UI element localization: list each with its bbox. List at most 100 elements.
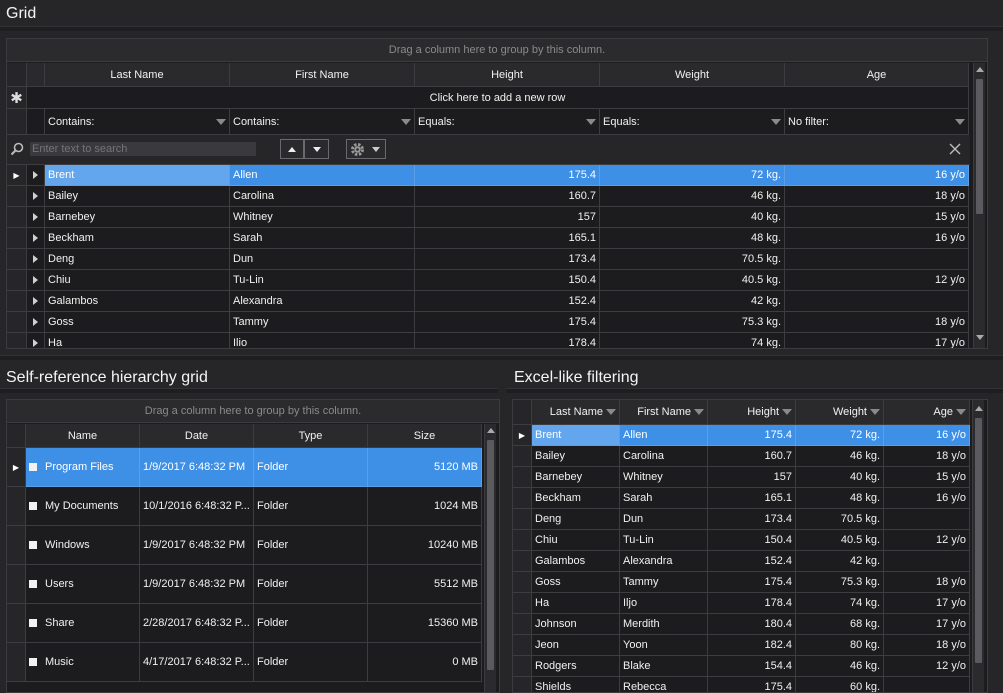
search-previous-button[interactable] <box>280 139 304 159</box>
cell-type[interactable]: Folder <box>254 643 368 682</box>
cell-first-name[interactable]: Carolina <box>230 186 415 207</box>
cell-last-name[interactable]: Barnebey <box>532 467 620 488</box>
table-row[interactable]: My Documents 10/1/2016 6:48:32 P... Folder… <box>7 487 482 526</box>
filter-icon[interactable] <box>870 409 880 415</box>
cell-last-name[interactable]: Chiu <box>45 270 230 291</box>
column-header-height[interactable]: Height <box>415 63 600 87</box>
cell-height[interactable]: 178.4 <box>415 333 600 348</box>
cell-last-name[interactable]: Deng <box>532 509 620 530</box>
cell-weight[interactable]: 70.5 kg. <box>796 509 884 530</box>
folder-checkbox[interactable] <box>29 541 37 549</box>
cell-last-name[interactable]: Galambos <box>45 291 230 312</box>
add-new-row-text[interactable]: Click here to add a new row <box>27 87 969 109</box>
filter-cell-first-name[interactable]: Contains: <box>230 109 415 135</box>
column-header-last-name[interactable]: Last Name <box>532 400 620 425</box>
column-header-first-name[interactable]: First Name <box>230 63 415 87</box>
table-row[interactable]: Deng Dun 173.4 70.5 kg. <box>7 249 969 270</box>
filter-icon[interactable] <box>955 118 965 125</box>
cell-date[interactable]: 1/9/2017 6:48:32 PM <box>140 448 254 487</box>
search-input[interactable] <box>30 142 256 156</box>
table-row[interactable]: Jeon Yoon 182.4 80 kg. 18 y/o <box>513 635 970 656</box>
cell-height[interactable]: 160.7 <box>415 186 600 207</box>
cell-height[interactable]: 175.4 <box>708 677 796 692</box>
table-row[interactable]: Users 1/9/2017 6:48:32 PM Folder 5512 MB <box>7 565 482 604</box>
cell-last-name[interactable]: Goss <box>45 312 230 333</box>
cell-age[interactable]: 18 y/o <box>884 572 970 593</box>
scroll-down-icon[interactable] <box>976 335 984 340</box>
cell-last-name[interactable]: Johnson <box>532 614 620 635</box>
cell-name[interactable]: My Documents <box>26 487 140 526</box>
cell-last-name[interactable]: Bailey <box>45 186 230 207</box>
cell-first-name[interactable]: Tammy <box>230 312 415 333</box>
folder-checkbox[interactable] <box>29 502 37 510</box>
cell-first-name[interactable]: Sarah <box>620 488 708 509</box>
cell-last-name[interactable]: Brent <box>45 165 230 186</box>
cell-first-name[interactable]: Blake <box>620 656 708 677</box>
cell-age[interactable]: 17 y/o <box>785 333 969 348</box>
column-header-age[interactable]: Age <box>785 63 969 87</box>
scroll-up-icon[interactable] <box>975 406 983 411</box>
cell-type[interactable]: Folder <box>254 526 368 565</box>
cell-height[interactable]: 175.4 <box>415 312 600 333</box>
cell-name[interactable]: Program Files <box>26 448 140 487</box>
cell-type[interactable]: Folder <box>254 565 368 604</box>
cell-name[interactable]: Users <box>26 565 140 604</box>
cell-weight[interactable]: 74 kg. <box>796 593 884 614</box>
cell-size[interactable]: 10240 MB <box>368 526 482 565</box>
table-row[interactable]: Barnebey Whitney 157 40 kg. 15 y/o <box>7 207 969 228</box>
filter-icon[interactable] <box>956 409 966 415</box>
expand-row-button[interactable] <box>27 333 45 348</box>
filter-icon[interactable] <box>782 409 792 415</box>
cell-last-name[interactable]: Beckham <box>45 228 230 249</box>
cell-last-name[interactable]: Deng <box>45 249 230 270</box>
cell-height[interactable]: 175.4 <box>415 165 600 186</box>
folder-checkbox[interactable] <box>29 619 37 627</box>
filter-icon[interactable] <box>216 118 226 125</box>
cell-height[interactable]: 157 <box>415 207 600 228</box>
cell-weight[interactable]: 46 kg. <box>796 656 884 677</box>
table-row[interactable]: Goss Tammy 175.4 75.3 kg. 18 y/o <box>513 572 970 593</box>
cell-date[interactable]: 4/17/2017 6:48:32 P... <box>140 643 254 682</box>
expand-row-button[interactable] <box>27 291 45 312</box>
scrollbar-thumb[interactable] <box>975 418 982 663</box>
table-row[interactable]: Deng Dun 173.4 70.5 kg. <box>513 509 970 530</box>
cell-age[interactable]: 15 y/o <box>785 207 969 228</box>
table-row[interactable]: Beckham Sarah 165.1 48 kg. 16 y/o <box>513 488 970 509</box>
expand-row-button[interactable] <box>27 207 45 228</box>
cell-last-name[interactable]: Ha <box>45 333 230 348</box>
cell-height[interactable]: 152.4 <box>415 291 600 312</box>
cell-last-name[interactable]: Shields <box>532 677 620 692</box>
cell-last-name[interactable]: Jeon <box>532 635 620 656</box>
cell-weight[interactable]: 80 kg. <box>796 635 884 656</box>
cell-height[interactable]: 175.4 <box>708 572 796 593</box>
cell-weight[interactable]: 68 kg. <box>796 614 884 635</box>
cell-date[interactable]: 1/9/2017 6:48:32 PM <box>140 565 254 604</box>
search-settings-button[interactable] <box>346 139 386 159</box>
cell-weight[interactable]: 40.5 kg. <box>600 270 785 291</box>
folder-checkbox[interactable] <box>29 463 37 471</box>
filter-icon[interactable] <box>694 409 704 415</box>
excel-grid-scrollbar[interactable] <box>972 400 984 692</box>
scrollbar-thumb[interactable] <box>487 440 494 670</box>
filter-icon[interactable] <box>771 118 781 125</box>
cell-height[interactable]: 165.1 <box>415 228 600 249</box>
cell-weight[interactable]: 75.3 kg. <box>600 312 785 333</box>
search-next-button[interactable] <box>304 139 329 159</box>
cell-last-name[interactable]: Goss <box>532 572 620 593</box>
filter-cell-weight[interactable]: Equals: <box>600 109 785 135</box>
filter-cell-height[interactable]: Equals: <box>415 109 600 135</box>
cell-size[interactable]: 5120 MB <box>368 448 482 487</box>
cell-age[interactable]: 12 y/o <box>884 656 970 677</box>
expand-row-button[interactable] <box>27 186 45 207</box>
cell-age[interactable]: 16 y/o <box>785 228 969 249</box>
cell-size[interactable]: 15360 MB <box>368 604 482 643</box>
table-row[interactable]: ▶ Brent Allen 175.4 72 kg. 16 y/o <box>7 165 969 186</box>
cell-first-name[interactable]: Whitney <box>230 207 415 228</box>
table-row[interactable]: Share 2/28/2017 6:48:32 P... Folder 15360 M… <box>7 604 482 643</box>
cell-first-name[interactable]: Rebecca <box>620 677 708 692</box>
cell-weight[interactable]: 48 kg. <box>600 228 785 249</box>
cell-type[interactable]: Folder <box>254 448 368 487</box>
cell-weight[interactable]: 42 kg. <box>796 551 884 572</box>
folder-checkbox[interactable] <box>29 580 37 588</box>
cell-height[interactable]: 173.4 <box>708 509 796 530</box>
